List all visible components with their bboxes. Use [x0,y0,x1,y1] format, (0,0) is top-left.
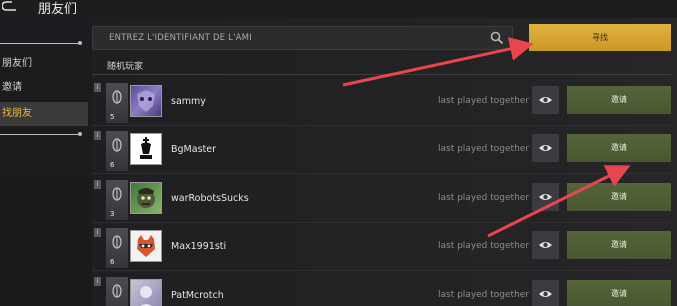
eye-icon [539,97,552,103]
player-row: i 6 Max1991sti last played together 邀请 [92,225,671,271]
rank-number: 6 [110,161,115,169]
sidebar-item-friends[interactable]: 朋友们 [0,52,88,76]
info-icon[interactable]: i [94,83,101,92]
top-bar: 朋友们 [0,0,677,18]
portrait-avatar[interactable] [130,279,162,306]
info-icon[interactable]: i [94,228,101,237]
search-bar [92,26,513,50]
friends-screen: 朋友们 朋友们 邀请 找朋友 寻找 随机玩家 i 5 [0,0,677,306]
rank-badge: 6 [106,228,128,268]
player-name: PatMcrotch [171,290,224,301]
invite-button[interactable]: 邀请 [567,280,671,306]
player-row: i PatMcrotch last played together 邀请 [92,274,671,306]
rank-number: 6 [110,258,115,266]
player-name: BgMaster [171,144,216,155]
section-divider [92,74,671,75]
eye-icon [539,291,552,297]
rank-emblem-icon [112,138,122,152]
find-button[interactable]: 寻找 [529,24,671,51]
raccoon-icon [137,235,155,257]
emblem-icon [137,90,155,112]
sidebar-item-invite[interactable]: 邀请 [0,76,88,100]
page-title: 朋友们 [38,2,78,17]
raccoon-avatar[interactable] [130,230,162,262]
rank-emblem-icon [112,284,122,298]
main-panel: 寻找 随机玩家 i 5 sammy last played together 邀… [92,18,677,306]
invite-button[interactable]: 邀请 [567,134,671,162]
rank-badge: 5 [106,83,128,123]
player-status: last played together [438,96,530,106]
rank-number: 5 [110,113,115,121]
zombie-avatar[interactable] [130,182,162,214]
info-icon[interactable]: i [94,277,101,286]
search-input[interactable] [93,27,483,49]
player-row: i 3 warRobotsSucks last played together … [92,177,671,223]
eye-icon [539,194,552,200]
player-status: last played together [438,193,530,203]
player-name: Max1991sti [171,241,227,252]
chess-king-avatar[interactable] [130,133,162,165]
view-profile-button[interactable] [532,280,559,306]
search-icon[interactable] [490,31,504,45]
view-profile-button[interactable] [532,134,559,162]
view-profile-button[interactable] [532,183,559,211]
player-name: warRobotsSucks [171,193,249,204]
zombie-face-icon [137,188,155,208]
player-status: last played together [438,241,530,251]
invite-button[interactable]: 邀请 [567,86,671,114]
sidebar-item-find-friends[interactable]: 找朋友 [0,102,88,126]
player-status: last played together [438,290,530,300]
invite-button[interactable]: 邀请 [567,183,671,211]
portrait-icon [140,286,152,306]
invite-button[interactable]: 邀请 [567,231,671,259]
rank-badge: 6 [106,131,128,171]
chess-king-icon [140,137,152,159]
rank-badge [106,277,128,306]
eye-icon [539,145,552,151]
sidebar-divider-top [0,41,82,45]
section-title: 随机玩家 [107,62,144,72]
player-row: i 5 sammy last played together 邀请 [92,80,671,126]
player-row: i 6 BgMaster last played together 邀请 [92,128,671,174]
sidebar-divider-bottom [0,132,82,136]
purple-emblem-avatar[interactable] [130,85,162,117]
rank-emblem-icon [112,90,122,104]
view-profile-button[interactable] [532,86,559,114]
info-icon[interactable]: i [94,180,101,189]
eye-icon [539,242,552,248]
player-name: sammy [171,96,206,107]
rank-badge: 3 [106,180,128,220]
player-status: last played together [438,144,530,154]
rank-emblem-icon [112,187,122,201]
rank-number: 3 [110,210,115,218]
view-profile-button[interactable] [532,231,559,259]
rank-emblem-icon [112,235,122,249]
back-arrow-icon[interactable] [2,0,18,12]
info-icon[interactable]: i [94,131,101,140]
